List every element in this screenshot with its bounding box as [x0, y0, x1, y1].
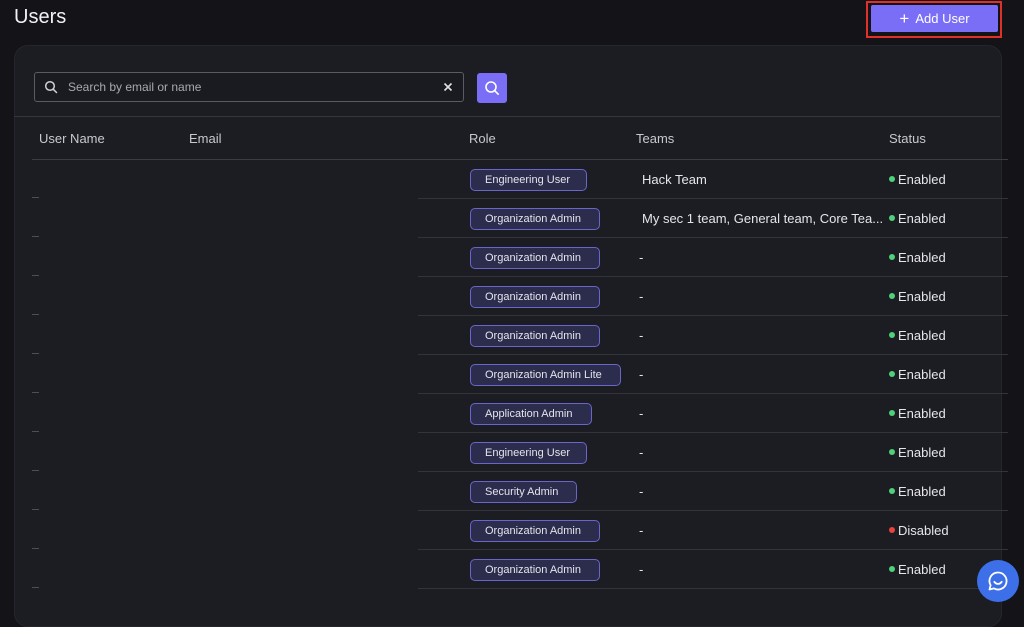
- status-dot-icon: [889, 527, 895, 533]
- teams-cell: -: [639, 366, 644, 382]
- add-user-button[interactable]: + Add User: [871, 5, 998, 32]
- status-cell: Disabled: [889, 523, 949, 538]
- row-marker: [32, 236, 39, 237]
- status-dot-icon: [889, 332, 895, 338]
- status-label: Enabled: [898, 483, 946, 499]
- status-cell: Enabled: [889, 328, 946, 343]
- row-divider: [418, 276, 1008, 277]
- page-title: Users: [14, 6, 67, 28]
- status-dot-icon: [889, 410, 895, 416]
- row-divider: [418, 471, 1008, 472]
- role-badge: Engineering User: [470, 168, 587, 191]
- status-dot-icon: [889, 254, 895, 260]
- status-cell: Enabled: [889, 562, 946, 577]
- status-dot-icon: [889, 215, 895, 221]
- teams-cell: -: [639, 444, 644, 460]
- column-header-email[interactable]: Email: [189, 131, 222, 146]
- row-marker: [32, 587, 39, 588]
- status-label: Enabled: [898, 249, 946, 265]
- row-marker: [32, 392, 39, 393]
- teams-cell: -: [639, 327, 644, 343]
- role-badge: Organization Admin: [470, 246, 600, 269]
- status-label: Enabled: [898, 327, 946, 343]
- row-divider: [418, 588, 1008, 589]
- column-header-role[interactable]: Role: [469, 131, 496, 146]
- teams-cell: -: [639, 522, 644, 538]
- row-marker: [32, 353, 39, 354]
- role-badge: Organization Admin: [470, 285, 600, 308]
- row-divider: [418, 510, 1008, 511]
- role-badge: Organization Admin: [470, 519, 600, 542]
- status-label: Enabled: [898, 366, 946, 382]
- status-cell: Enabled: [889, 172, 946, 187]
- row-marker: [32, 275, 39, 276]
- chat-support-button[interactable]: [977, 560, 1019, 602]
- teams-cell: -: [639, 249, 644, 265]
- role-badge: Security Admin: [470, 480, 577, 503]
- row-marker: [32, 548, 39, 549]
- chat-icon: [988, 571, 1008, 591]
- teams-cell: -: [639, 288, 644, 304]
- search-input[interactable]: [66, 79, 437, 95]
- clear-search-button[interactable]: [437, 76, 459, 98]
- teams-cell: -: [639, 405, 644, 421]
- role-badge: Engineering User: [470, 441, 587, 464]
- row-divider: [418, 237, 1008, 238]
- row-marker: [32, 314, 39, 315]
- teams-cell: -: [639, 561, 644, 577]
- role-badge: Organization Admin: [470, 324, 600, 347]
- status-dot-icon: [889, 488, 895, 494]
- status-dot-icon: [889, 176, 895, 182]
- row-marker: [32, 197, 39, 198]
- column-header-status[interactable]: Status: [889, 131, 926, 146]
- column-header-teams[interactable]: Teams: [636, 131, 674, 146]
- status-cell: Enabled: [889, 445, 946, 460]
- status-cell: Enabled: [889, 367, 946, 382]
- add-user-label: Add User: [915, 11, 970, 26]
- role-badge: Organization Admin Lite: [470, 363, 621, 386]
- toolbar-divider: [14, 116, 1000, 117]
- row-divider: [418, 354, 1008, 355]
- row-marker: [32, 470, 39, 471]
- status-label: Enabled: [898, 444, 946, 460]
- status-cell: Enabled: [889, 484, 946, 499]
- status-label: Disabled: [898, 522, 949, 538]
- row-marker: [32, 509, 39, 510]
- row-divider: [418, 315, 1008, 316]
- role-badge: Organization Admin: [470, 558, 600, 581]
- status-dot-icon: [889, 449, 895, 455]
- status-dot-icon: [889, 293, 895, 299]
- status-cell: Enabled: [889, 406, 946, 421]
- row-marker: [32, 431, 39, 432]
- search-icon: [44, 80, 58, 94]
- role-badge: Application Admin: [470, 402, 592, 425]
- status-label: Enabled: [898, 171, 946, 187]
- row-divider: [418, 432, 1008, 433]
- status-label: Enabled: [898, 561, 946, 577]
- row-divider: [418, 198, 1008, 199]
- status-label: Enabled: [898, 210, 946, 226]
- row-divider: [418, 549, 1008, 550]
- status-label: Enabled: [898, 405, 946, 421]
- search-icon: [485, 81, 499, 95]
- plus-icon: +: [899, 9, 910, 28]
- status-dot-icon: [889, 371, 895, 377]
- role-badge: Organization Admin: [470, 207, 600, 230]
- status-label: Enabled: [898, 288, 946, 304]
- search-field: [34, 72, 464, 102]
- search-button[interactable]: [477, 73, 507, 103]
- status-cell: Enabled: [889, 211, 946, 226]
- status-cell: Enabled: [889, 250, 946, 265]
- teams-cell: -: [639, 483, 644, 499]
- close-icon: [443, 82, 453, 92]
- status-dot-icon: [889, 566, 895, 572]
- teams-cell: Hack Team: [642, 171, 707, 187]
- header-divider: [32, 159, 1008, 160]
- teams-cell: My sec 1 team, General team, Core Tea...: [642, 210, 884, 226]
- row-divider: [418, 393, 1008, 394]
- column-header-user-name[interactable]: User Name: [39, 131, 105, 146]
- status-cell: Enabled: [889, 289, 946, 304]
